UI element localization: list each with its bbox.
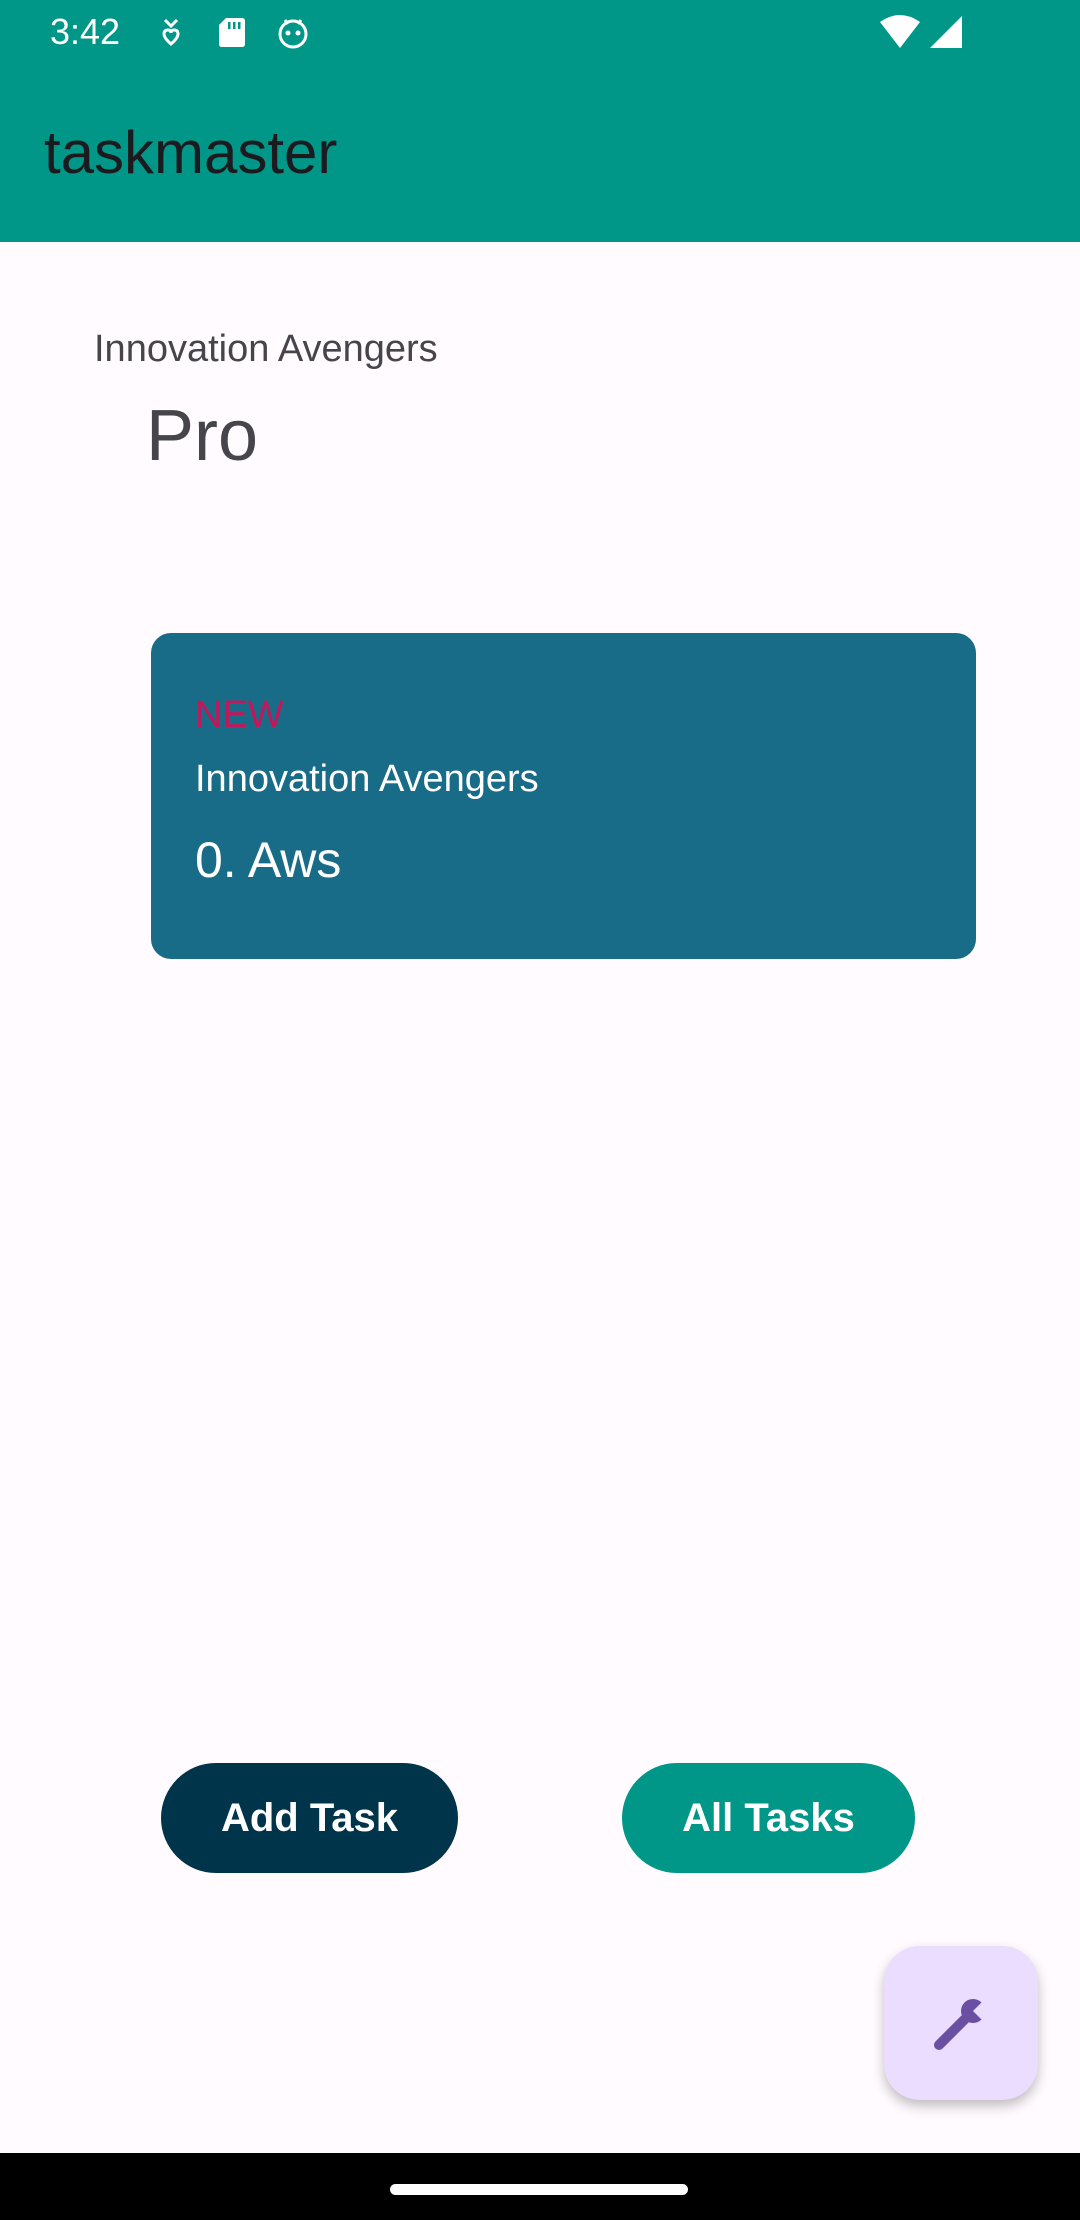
wifi-icon — [880, 15, 920, 48]
all-tasks-button[interactable]: All Tasks — [622, 1763, 915, 1873]
android-robot-icon — [278, 19, 308, 49]
settings-fab[interactable] — [884, 1946, 1038, 2100]
sd-card-icon — [219, 18, 245, 47]
task-status: NEW — [195, 694, 284, 736]
app-bar: taskmaster — [0, 64, 1080, 242]
status-bar: 3:42 — [0, 0, 1080, 64]
hearts-notification-icon — [162, 18, 180, 46]
app-title: taskmaster — [44, 119, 338, 186]
plan-label: Pro — [146, 396, 259, 476]
task-team: Innovation Avengers — [195, 758, 539, 800]
navigation-bar — [0, 2153, 1080, 2220]
cell-signal-icon — [930, 16, 962, 48]
team-name-label: Innovation Avengers — [94, 328, 438, 370]
add-task-button[interactable]: Add Task — [161, 1763, 458, 1873]
task-card[interactable]: NEW Innovation Avengers 0. Aws — [151, 633, 976, 959]
task-title: 0. Aws — [195, 832, 342, 888]
status-time: 3:42 — [50, 11, 121, 52]
home-indicator[interactable] — [390, 2184, 688, 2195]
wrench-icon — [934, 1998, 993, 2050]
